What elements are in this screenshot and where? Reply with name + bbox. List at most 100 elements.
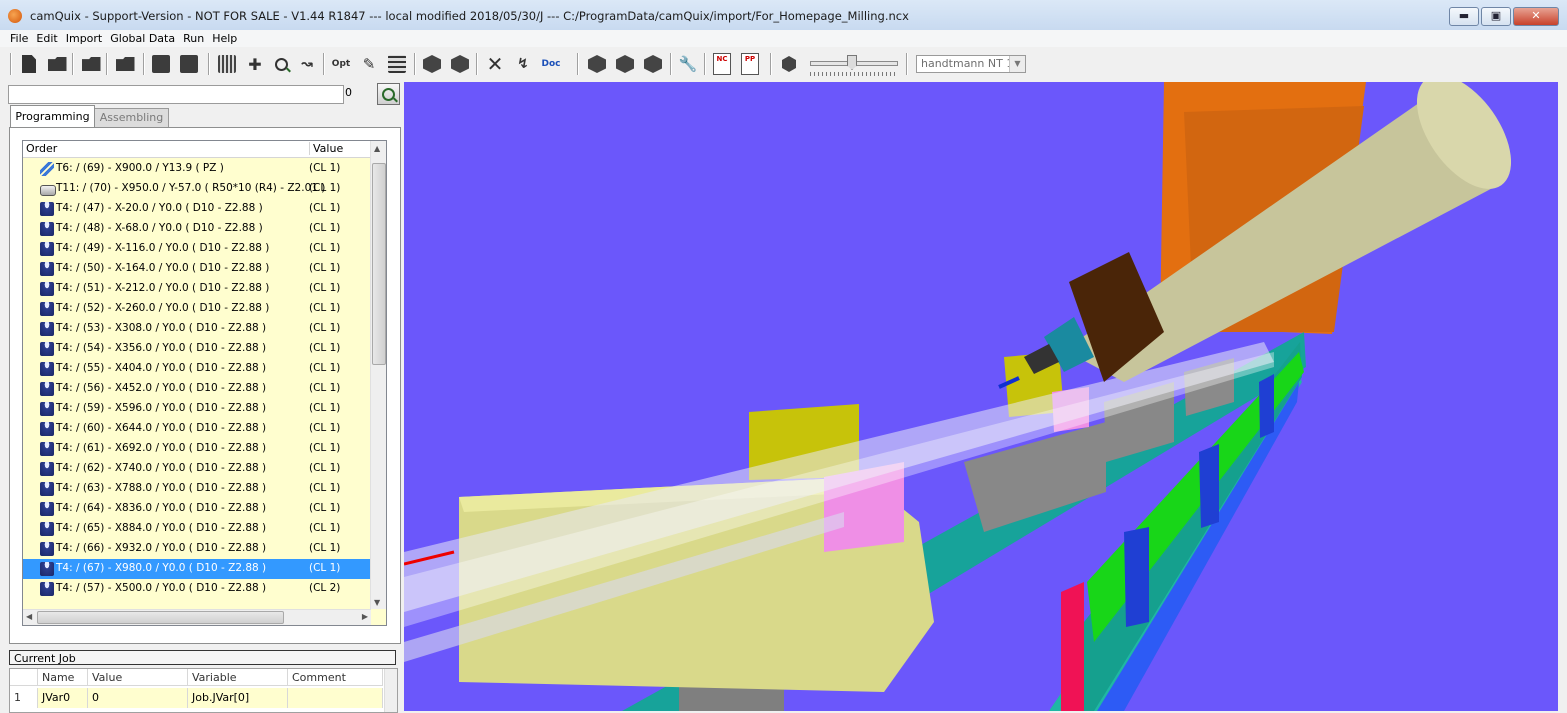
column-comment[interactable]: Comment <box>288 669 383 686</box>
column-name[interactable]: Name <box>38 669 88 686</box>
select-area-button[interactable] <box>216 53 238 75</box>
tree-row[interactable]: T4: / (48) - X-68.0 / Y0.0 ( D10 - Z2.88… <box>23 219 371 239</box>
optimize-icon: Opt <box>331 59 351 69</box>
tree-row[interactable]: T4: / (54) - X356.0 / Y0.0 ( D10 - Z2.88… <box>23 339 371 359</box>
tree-row[interactable]: T4: / (59) - X596.0 / Y0.0 ( D10 - Z2.88… <box>23 399 371 419</box>
zoom-button[interactable] <box>270 53 292 75</box>
machine-2-button[interactable] <box>614 53 636 75</box>
chevron-down-icon[interactable]: ▼ <box>1009 56 1025 72</box>
pp-output-button[interactable]: PP <box>739 53 761 75</box>
open-project-button[interactable] <box>114 53 136 75</box>
slider-thumb[interactable] <box>847 55 857 70</box>
part-view-icon <box>423 55 441 73</box>
tree-row[interactable]: T4: / (49) - X-116.0 / Y0.0 ( D10 - Z2.8… <box>23 239 371 259</box>
documentation-button[interactable]: Doc <box>540 53 562 75</box>
job-var-value-cell[interactable]: 0 <box>88 688 188 708</box>
tree-hscroll-thumb[interactable] <box>37 611 284 624</box>
tree-row[interactable]: T4: / (66) - X932.0 / Y0.0 ( D10 - Z2.88… <box>23 539 371 559</box>
search-button[interactable] <box>377 83 400 105</box>
tree-row[interactable]: T4: / (52) - X-260.0 / Y0.0 ( D10 - Z2.8… <box>23 299 371 319</box>
scroll-up-icon[interactable]: ▲ <box>374 144 380 153</box>
menu-file[interactable]: File <box>6 30 32 47</box>
tool-edit-button[interactable]: ✎ <box>358 53 380 75</box>
tree-row[interactable]: T4: / (61) - X692.0 / Y0.0 ( D10 - Z2.88… <box>23 439 371 459</box>
search-input[interactable] <box>8 85 344 104</box>
scroll-right-icon[interactable]: ▶ <box>362 612 368 621</box>
save-as-icon <box>180 55 198 73</box>
close-button[interactable]: ✕ <box>1513 7 1559 26</box>
import-button[interactable] <box>80 53 102 75</box>
tree-row[interactable]: T4: / (47) - X-20.0 / Y0.0 ( D10 - Z2.88… <box>23 199 371 219</box>
tree-scroll-thumb[interactable] <box>372 163 386 365</box>
tab-programming[interactable]: Programming <box>10 105 95 127</box>
viewport-scrollbar[interactable] <box>1558 82 1567 711</box>
tree-row[interactable]: T4: / (63) - X788.0 / Y0.0 ( D10 - Z2.88… <box>23 479 371 499</box>
job-var-name-cell[interactable]: JVar0 <box>38 688 88 708</box>
operation-value: (CL 1) <box>309 522 341 534</box>
add-point-button[interactable]: ✚ <box>244 53 266 75</box>
machine-3-button[interactable] <box>642 53 664 75</box>
tree-row[interactable]: T4: / (60) - X644.0 / Y0.0 ( D10 - Z2.88… <box>23 419 371 439</box>
settings-button[interactable]: 🔧 <box>677 53 699 75</box>
drill-tool-icon <box>40 402 54 416</box>
fixture-view-button[interactable] <box>449 53 471 75</box>
save-button[interactable] <box>150 53 172 75</box>
menu-edit[interactable]: Edit <box>32 30 61 47</box>
tree-row[interactable]: T6: / (69) - X900.0 / Y13.9 ( PZ ) (CL 1) <box>23 159 371 179</box>
tree-row[interactable]: T4: / (56) - X452.0 / Y0.0 ( D10 - Z2.88… <box>23 379 371 399</box>
path-button[interactable]: ↝ <box>296 53 318 75</box>
open-file-button[interactable] <box>46 53 68 75</box>
tree-row[interactable]: T4: / (50) - X-164.0 / Y0.0 ( D10 - Z2.8… <box>23 259 371 279</box>
column-value[interactable]: Value <box>309 142 343 155</box>
camquix-app-icon[interactable] <box>8 9 22 23</box>
simulate-icon <box>782 56 796 72</box>
machine-select[interactable]: handtmann NT 1 ▼ <box>916 55 1026 73</box>
tree-horizontal-scrollbar[interactable]: ◀ ▶ <box>23 609 371 625</box>
operation-label: T4: / (65) - X884.0 / Y0.0 ( D10 - Z2.88… <box>56 522 267 534</box>
menu-run[interactable]: Run <box>179 30 208 47</box>
toolbar: ✚ ↝ Opt ✎ ✕ ↯ Doc 🔧 NC PP handtmann NT 1… <box>0 47 1567 83</box>
current-job-grid[interactable]: Name Value Variable Comment 1 JVar0 0 Jo… <box>9 668 398 713</box>
minimize-button[interactable]: ▬ <box>1449 7 1479 26</box>
3d-viewport[interactable] <box>404 82 1558 711</box>
tree-row[interactable]: T4: / (62) - X740.0 / Y0.0 ( D10 - Z2.88… <box>23 459 371 479</box>
tree-row[interactable]: T4: / (57) - X500.0 / Y0.0 ( D10 - Z2.88… <box>23 579 371 599</box>
tree-row[interactable]: T4: / (67) - X980.0 / Y0.0 ( D10 - Z2.88… <box>23 559 371 579</box>
menu-help[interactable]: Help <box>208 30 241 47</box>
part-view-button[interactable] <box>421 53 443 75</box>
toolbar-separator <box>704 53 706 75</box>
tree-row[interactable]: T11: / (70) - X950.0 / Y-57.0 ( R50*10 (… <box>23 179 371 199</box>
new-file-button[interactable] <box>18 53 40 75</box>
operation-tree[interactable]: T6: / (67) - X-10.0 / Y50.0 ( D5 - Z.10 … <box>22 140 387 626</box>
speed-slider[interactable] <box>810 55 898 77</box>
grid-button[interactable] <box>386 53 408 75</box>
column-value[interactable]: Value <box>88 669 188 686</box>
scroll-left-icon[interactable]: ◀ <box>26 612 32 621</box>
simulate-button[interactable] <box>778 53 800 75</box>
save-as-button[interactable] <box>178 53 200 75</box>
menu-global-data[interactable]: Global Data <box>106 30 179 47</box>
column-order[interactable]: Order <box>26 142 57 155</box>
delete-icon: ✕ <box>486 52 504 76</box>
job-grid-scrollbar[interactable] <box>384 669 397 712</box>
tree-row[interactable]: T4: / (64) - X836.0 / Y0.0 ( D10 - Z2.88… <box>23 499 371 519</box>
maximize-button[interactable]: ▣ <box>1481 7 1511 26</box>
menu-import[interactable]: Import <box>62 30 107 47</box>
grid-icon <box>388 55 406 73</box>
tab-assembling[interactable]: Assembling <box>94 108 169 128</box>
scroll-down-icon[interactable]: ▼ <box>374 598 380 607</box>
optimize-button[interactable]: Opt <box>330 53 352 75</box>
tree-row[interactable]: T4: / (51) - X-212.0 / Y0.0 ( D10 - Z2.8… <box>23 279 371 299</box>
tree-row[interactable]: T4: / (55) - X404.0 / Y0.0 ( D10 - Z2.88… <box>23 359 371 379</box>
grid-corner <box>10 669 38 686</box>
tree-row[interactable]: T4: / (65) - X884.0 / Y0.0 ( D10 - Z2.88… <box>23 519 371 539</box>
job-var-variable-cell[interactable]: Job.JVar[0] <box>188 688 288 708</box>
tree-vertical-scrollbar[interactable]: ▲ ▼ <box>370 141 386 609</box>
machine-1-button[interactable] <box>586 53 608 75</box>
job-var-comment-cell[interactable] <box>288 688 383 708</box>
nc-output-button[interactable]: NC <box>711 53 733 75</box>
column-variable[interactable]: Variable <box>188 669 288 686</box>
toolpath-button[interactable]: ↯ <box>512 53 534 75</box>
delete-button[interactable]: ✕ <box>484 53 506 75</box>
tree-row[interactable]: T4: / (53) - X308.0 / Y0.0 ( D10 - Z2.88… <box>23 319 371 339</box>
